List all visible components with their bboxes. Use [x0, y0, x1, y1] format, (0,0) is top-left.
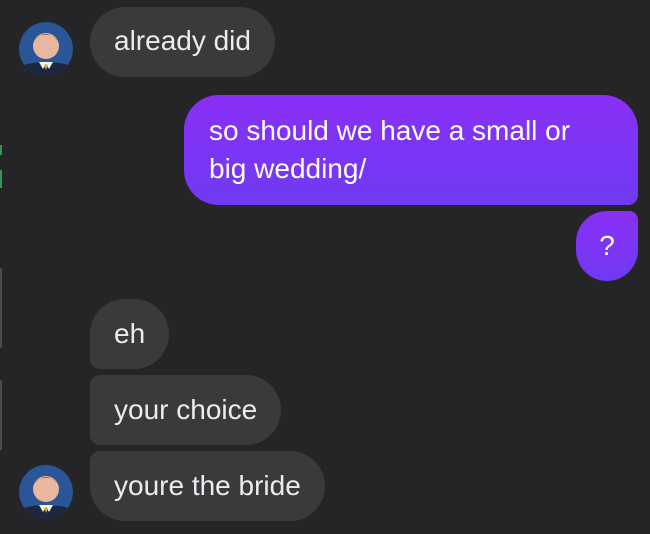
- message-bubble-outgoing[interactable]: so should we have a small or big wedding…: [184, 95, 638, 205]
- edge-marker-gray: [0, 268, 2, 348]
- edge-marker-green: [0, 170, 2, 188]
- edge-marker-gray: [0, 380, 2, 450]
- message-bubble-incoming[interactable]: your choice: [90, 375, 282, 445]
- sender-avatar-icon[interactable]: [19, 22, 73, 76]
- message-bubble-incoming[interactable]: youre the bride: [90, 451, 325, 521]
- edge-marker-green: [0, 145, 2, 155]
- sender-avatar-icon[interactable]: [19, 465, 73, 519]
- message-bubble-incoming[interactable]: eh: [90, 299, 170, 369]
- message-bubble-outgoing[interactable]: ?: [576, 211, 638, 281]
- left-edge-markers: [0, 0, 4, 534]
- message-bubble-incoming[interactable]: already did: [90, 7, 275, 77]
